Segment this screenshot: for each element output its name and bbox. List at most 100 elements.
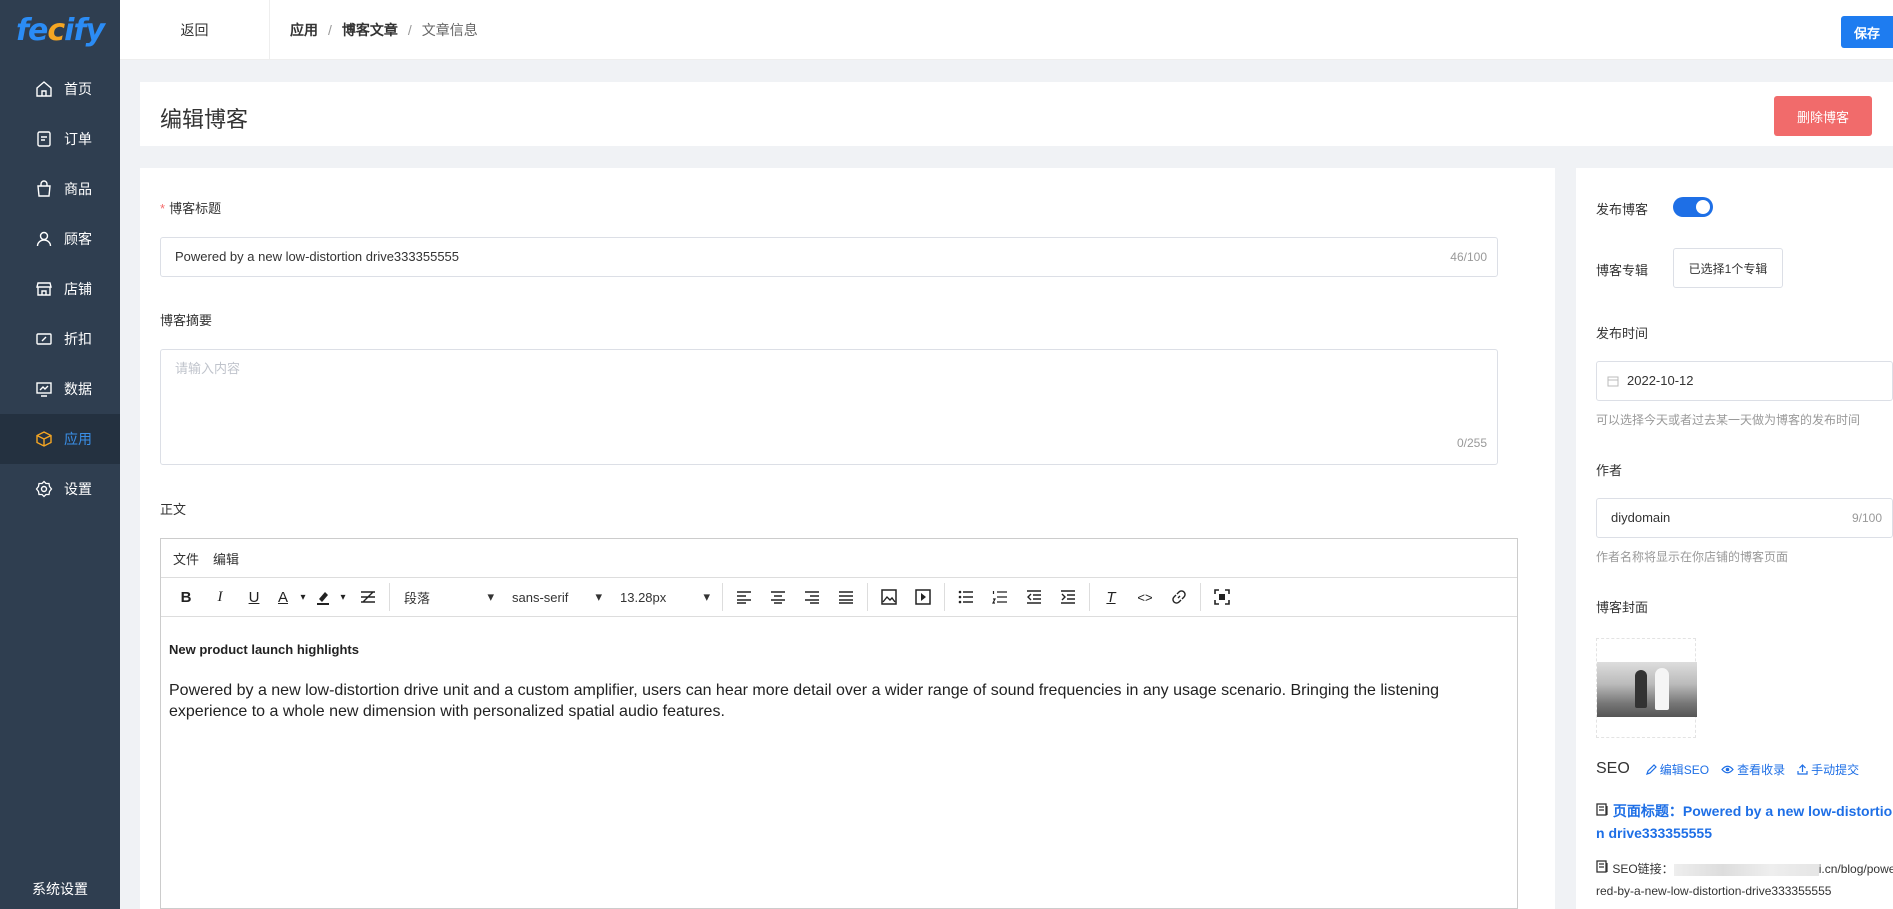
indent-icon[interactable] bbox=[1051, 582, 1085, 612]
breadcrumb-blog-posts[interactable]: 博客文章 bbox=[342, 20, 398, 40]
cube-icon bbox=[34, 429, 54, 449]
sidebar-item-data[interactable]: 数据 bbox=[0, 364, 120, 414]
outdent-icon[interactable] bbox=[1017, 582, 1051, 612]
chevron-down-icon: ▾ bbox=[487, 589, 494, 604]
calendar-icon bbox=[1607, 375, 1619, 390]
manual-submit-link[interactable]: 手动提交 bbox=[1797, 761, 1859, 778]
cover-label: 博客封面 bbox=[1596, 600, 1649, 615]
gear-icon bbox=[34, 479, 54, 499]
sidebar-item-store[interactable]: 店铺 bbox=[0, 264, 120, 314]
toolbar-divider bbox=[722, 583, 723, 611]
blog-settings-panel: 发布博客 博客专辑 已选择1个专辑 发布时间 2022-10-12 可以选择今天… bbox=[1576, 168, 1893, 909]
highlight-icon[interactable] bbox=[311, 582, 335, 612]
title-label-text: 博客标题 bbox=[169, 201, 222, 216]
bold-icon[interactable]: B bbox=[169, 582, 203, 612]
italic-icon[interactable]: I bbox=[203, 582, 237, 612]
chevron-down-icon[interactable]: ▾ bbox=[335, 582, 351, 612]
align-left-icon[interactable] bbox=[727, 582, 761, 612]
chevron-down-icon: ▾ bbox=[595, 589, 602, 604]
sidebar-item-customers[interactable]: 顾客 bbox=[0, 214, 120, 264]
breadcrumb-apps[interactable]: 应用 bbox=[290, 20, 318, 40]
align-justify-icon[interactable] bbox=[829, 582, 863, 612]
cover-image bbox=[1597, 662, 1697, 717]
editor-content[interactable]: New product launch highlights Powered by… bbox=[161, 617, 1517, 744]
breadcrumb: 应用 / 博客文章 / 文章信息 bbox=[290, 0, 478, 60]
author-char-count: 9/100 bbox=[1851, 511, 1882, 525]
sidebar-item-label: 商品 bbox=[64, 181, 92, 197]
chevron-down-icon[interactable]: ▾ bbox=[295, 582, 311, 612]
paragraph-select[interactable]: 段落 ▾ bbox=[394, 582, 502, 612]
toolbar-divider bbox=[1200, 583, 1201, 611]
rich-text-editor: 文件 编辑 B I U A ▾ ▾ 段落 ▾ sans-serif ▾ 13.28p… bbox=[160, 538, 1518, 909]
view-index-link[interactable]: 查看收录 bbox=[1721, 761, 1785, 778]
sidebar-item-label: 顾客 bbox=[64, 231, 92, 247]
seo-toolbar: SEO 编辑SEO 查看收录 手动提交 bbox=[1596, 760, 1871, 778]
sidebar-item-discount[interactable]: 折扣 bbox=[0, 314, 120, 364]
sidebar-item-home[interactable]: 首页 bbox=[0, 64, 120, 114]
cover-uploader[interactable] bbox=[1596, 638, 1697, 738]
save-button[interactable]: 保存 bbox=[1841, 16, 1893, 48]
toolbar-divider bbox=[1089, 583, 1090, 611]
breadcrumb-article-info: 文章信息 bbox=[421, 22, 478, 38]
fecify-logo[interactable]: fe c ify bbox=[0, 0, 120, 60]
select-album-button[interactable]: 已选择1个专辑 bbox=[1673, 248, 1783, 288]
edit-seo-link[interactable]: 编辑SEO bbox=[1645, 761, 1709, 778]
seo-url-prefix: SEO链接： bbox=[1612, 862, 1674, 876]
back-button[interactable]: 返回 bbox=[120, 0, 270, 60]
chart-icon bbox=[34, 379, 54, 399]
font-size-value: 13.28px bbox=[620, 589, 667, 605]
summary-placeholder: 请输入内容 bbox=[175, 361, 241, 376]
strikethrough-lines-icon[interactable] bbox=[351, 582, 385, 612]
seo-url: SEO链接： i.cn/blog/powered-by-a-new-low-dis… bbox=[1596, 858, 1893, 902]
underline-icon[interactable]: U bbox=[237, 582, 271, 612]
clear-format-icon[interactable]: T bbox=[1094, 582, 1128, 612]
publish-date-input[interactable]: 2022-10-12 bbox=[1596, 361, 1893, 401]
video-icon[interactable] bbox=[906, 582, 940, 612]
align-center-icon[interactable] bbox=[761, 582, 795, 612]
sidebar-item-orders[interactable]: 订单 bbox=[0, 114, 120, 164]
paragraph-select-value: 段落 bbox=[404, 590, 431, 606]
fullscreen-icon[interactable] bbox=[1205, 582, 1239, 612]
discount-icon bbox=[34, 329, 54, 349]
author-input[interactable]: diydomain 9/100 bbox=[1596, 498, 1893, 538]
title-input[interactable]: Powered by a new low-distortion drive333… bbox=[160, 237, 1498, 277]
delete-blog-button[interactable]: 删除博客 bbox=[1774, 96, 1872, 136]
sidebar-item-settings[interactable]: 设置 bbox=[0, 464, 120, 514]
manual-submit-text: 手动提交 bbox=[1811, 762, 1860, 777]
image-icon[interactable] bbox=[872, 582, 906, 612]
edit-icon bbox=[1645, 763, 1657, 775]
align-right-icon[interactable] bbox=[795, 582, 829, 612]
body-label: 正文 bbox=[160, 502, 187, 517]
link-icon[interactable] bbox=[1162, 582, 1196, 612]
font-size-select[interactable]: 13.28px ▾ bbox=[610, 582, 718, 612]
seo-title-prefix: 页面标题： bbox=[1612, 803, 1683, 819]
menu-edit[interactable]: 编辑 bbox=[213, 549, 239, 568]
bullet-list-icon[interactable] bbox=[949, 582, 983, 612]
chevron-down-icon: ▾ bbox=[703, 589, 710, 604]
breadcrumb-separator: / bbox=[328, 22, 332, 38]
logo-text-3: ify bbox=[64, 12, 105, 48]
store-icon bbox=[34, 279, 54, 299]
topbar: 返回 应用 / 博客文章 / 文章信息 保存 bbox=[120, 0, 1893, 60]
publish-toggle[interactable] bbox=[1673, 197, 1713, 217]
redacted-domain bbox=[1673, 863, 1819, 876]
sidebar-item-products[interactable]: 商品 bbox=[0, 164, 120, 214]
publish-label: 发布博客 bbox=[1596, 202, 1649, 217]
summary-char-count: 0/255 bbox=[1456, 436, 1487, 450]
order-icon bbox=[34, 129, 54, 149]
content-heading: New product launch highlights bbox=[169, 642, 359, 657]
toolbar-divider bbox=[389, 583, 390, 611]
system-settings-link[interactable]: 系统设置 bbox=[0, 879, 120, 899]
upload-icon bbox=[1797, 763, 1808, 775]
numbered-list-icon[interactable] bbox=[983, 582, 1017, 612]
menu-file[interactable]: 文件 bbox=[173, 549, 199, 568]
sidebar-item-apps[interactable]: 应用 bbox=[0, 414, 120, 464]
title-input-value: Powered by a new low-distortion drive333… bbox=[175, 249, 460, 264]
code-icon[interactable]: <> bbox=[1128, 582, 1162, 612]
blog-form: * 博客标题 Powered by a new low-distortion dr… bbox=[140, 168, 1555, 909]
text-color-icon[interactable]: A bbox=[271, 582, 295, 612]
summary-label: 博客摘要 bbox=[160, 313, 213, 328]
font-family-select[interactable]: sans-serif ▾ bbox=[502, 582, 610, 612]
summary-textarea[interactable]: 请输入内容 0/255 bbox=[160, 349, 1498, 465]
title-label: * 博客标题 bbox=[160, 198, 221, 217]
